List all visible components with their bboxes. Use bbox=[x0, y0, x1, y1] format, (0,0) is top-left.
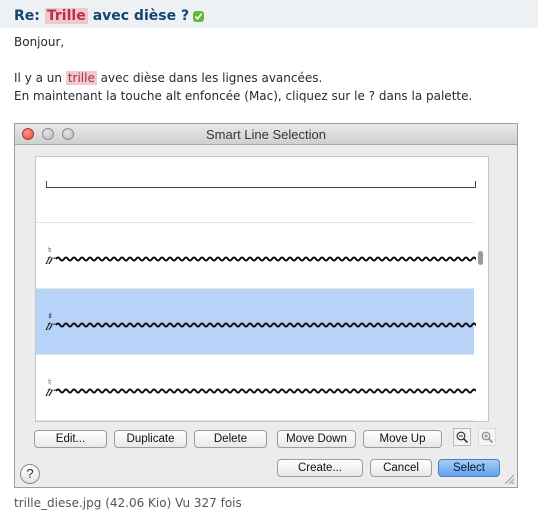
help-icon[interactable]: ? bbox=[20, 464, 40, 484]
svg-text:♮: ♮ bbox=[48, 378, 51, 388]
list-row-trill-natural[interactable]: 𝆖 ♮ bbox=[36, 223, 476, 289]
post-title[interactable]: Re: Trille avec dièse ? bbox=[14, 8, 205, 24]
checkmark-icon bbox=[193, 10, 205, 22]
create-button[interactable]: Create... bbox=[277, 459, 363, 477]
duplicate-button[interactable]: Duplicate bbox=[114, 430, 187, 448]
post-body: Bonjour, Il y a un trille avec dièse dan… bbox=[14, 33, 524, 105]
line1-highlight: trille bbox=[65, 71, 97, 85]
body-line-1: Il y a un trille avec dièse dans les lig… bbox=[14, 69, 524, 87]
image-caption: trille_diese.jpg (42.06 Kio) Vu 327 fois bbox=[14, 496, 242, 510]
bracket-line-preview bbox=[46, 181, 476, 188]
body-line-2: En maintenant la touche alt enfoncée (Ma… bbox=[14, 89, 473, 103]
move-up-button[interactable]: Move Up bbox=[363, 430, 442, 448]
smart-line-dialog: Smart Line Selection 𝆖 ♮ 𝆖 ♯ 𝆖 ♮ Edit...… bbox=[14, 123, 518, 488]
select-button[interactable]: Select bbox=[438, 459, 500, 477]
post-header: Re: Trille avec dièse ? bbox=[0, 0, 538, 28]
list-row-trill-sharp[interactable]: 𝆖 ♯ bbox=[36, 289, 476, 355]
svg-text:♮: ♮ bbox=[48, 246, 51, 256]
scrollbar-thumb[interactable] bbox=[478, 251, 483, 265]
trill-natural-preview: 𝆖 ♮ bbox=[45, 378, 476, 400]
smart-line-list[interactable]: 𝆖 ♮ 𝆖 ♯ 𝆖 ♮ bbox=[35, 156, 489, 422]
list-row-bracket[interactable] bbox=[36, 157, 476, 223]
resize-grip-icon[interactable] bbox=[504, 474, 515, 485]
line1-after: avec dièse dans les lignes avancées. bbox=[100, 71, 323, 85]
dialog-titlebar[interactable]: Smart Line Selection bbox=[15, 124, 517, 145]
vertical-scrollbar[interactable] bbox=[474, 157, 488, 421]
svg-text:♯: ♯ bbox=[48, 312, 52, 322]
move-down-button[interactable]: Move Down bbox=[277, 430, 356, 448]
cancel-button[interactable]: Cancel bbox=[370, 459, 432, 477]
title-prefix: Re: bbox=[14, 8, 40, 24]
title-highlight: Trille bbox=[44, 8, 88, 24]
dialog-title: Smart Line Selection bbox=[206, 127, 326, 142]
delete-button[interactable]: Delete bbox=[194, 430, 267, 448]
list-row-trill-natural-2[interactable]: 𝆖 ♮ bbox=[36, 355, 476, 421]
zoom-out-icon[interactable] bbox=[453, 428, 471, 446]
line1-before: Il y a un bbox=[14, 71, 62, 85]
title-suffix: avec dièse ? bbox=[92, 8, 190, 24]
greeting: Bonjour, bbox=[14, 35, 65, 49]
trill-sharp-preview: 𝆖 ♯ bbox=[45, 312, 476, 334]
trill-natural-preview: 𝆖 ♮ bbox=[45, 246, 476, 268]
edit-button[interactable]: Edit... bbox=[34, 430, 107, 448]
zoom-in-icon[interactable] bbox=[478, 428, 496, 446]
